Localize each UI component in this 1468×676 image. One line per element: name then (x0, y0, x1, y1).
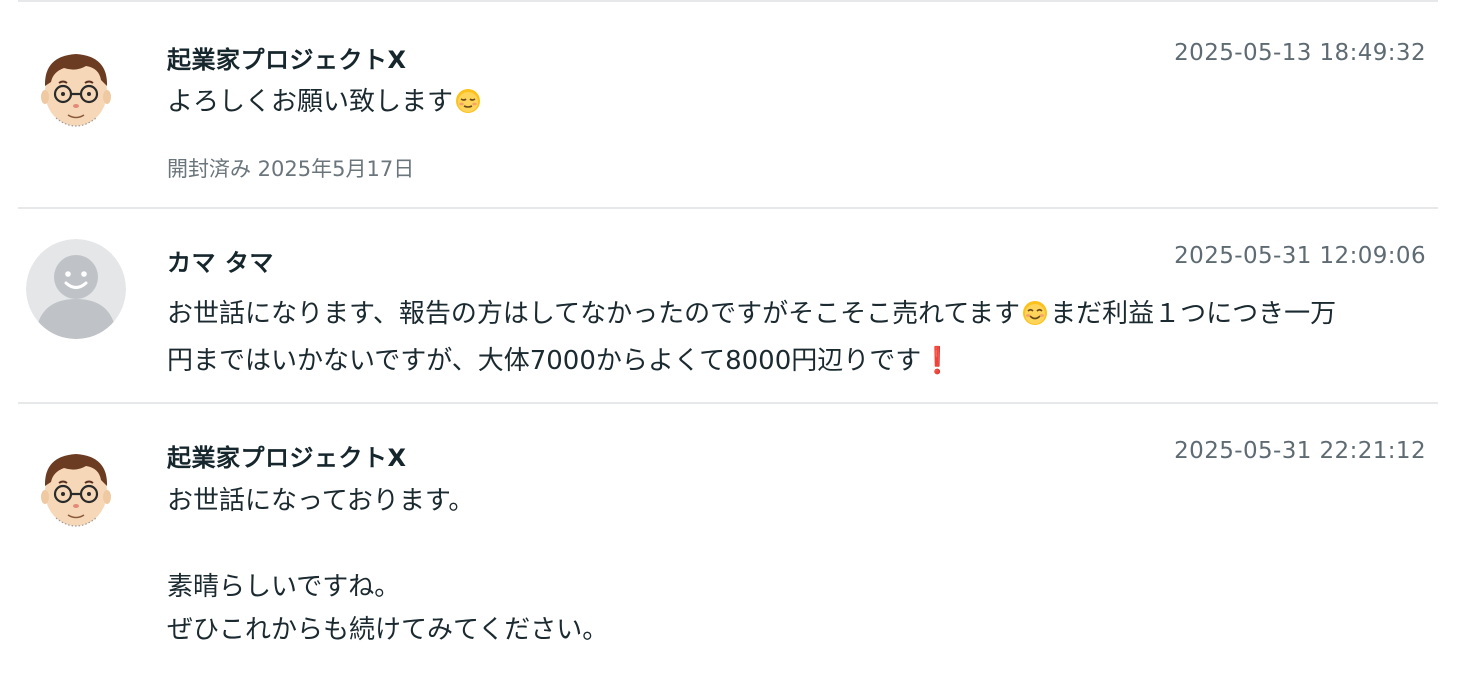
message-text: お世話になっております。 (167, 486, 475, 516)
message-text: 素晴らしいですね。 (167, 572, 401, 602)
message-text: まだ利益１つにつき一万 (1050, 299, 1337, 329)
message-text: 円まではいかないですが、大体7000からよくて8000円辺りです (167, 346, 922, 376)
message-item: 起業家プロジェクトX 2025-05-13 18:49:32 よろしくお願い致し… (18, 2, 1438, 207)
cartoon-man-avatar-icon (26, 442, 126, 542)
exclamation-mark-emoji-icon: ❗ (921, 346, 954, 376)
default-user-avatar-icon (26, 239, 126, 339)
message-body: お世話になっております。 素晴らしいですね。 ぜひこれからも続けてみてください。 (167, 480, 1429, 652)
relieved-face-emoji-icon (455, 85, 481, 128)
message-body: よろしくお願い致します (167, 81, 1429, 128)
message-thread: 起業家プロジェクトX 2025-05-13 18:49:32 よろしくお願い致し… (18, 0, 1438, 670)
message-body: お世話になります、報告の方はしてなかったのですがそこそこ売れてます まだ利益１つ… (167, 293, 1429, 383)
message-text: ぜひこれからも続けてみてください。 (167, 615, 609, 645)
smiling-face-emoji-icon (1022, 297, 1048, 340)
message-timestamp: 2025-05-13 18:49:32 (1174, 40, 1426, 66)
avatar[interactable] (26, 239, 126, 339)
sender-name[interactable]: 起業家プロジェクトX (167, 438, 407, 473)
avatar[interactable] (26, 42, 126, 142)
sender-name[interactable]: 起業家プロジェクトX (167, 40, 407, 75)
sender-name[interactable]: カマ タマ (167, 243, 274, 278)
cartoon-man-avatar-icon (26, 42, 126, 142)
message-text: よろしくお願い致します (167, 87, 454, 117)
message-item: 起業家プロジェクトX 2025-05-31 22:21:12 お世話になっており… (18, 404, 1438, 670)
read-receipt: 開封済み 2025年5月17日 (167, 157, 415, 181)
message-text: お世話になります、報告の方はしてなかったのですがそこそこ売れてます (167, 299, 1021, 329)
message-timestamp: 2025-05-31 22:21:12 (1174, 438, 1426, 464)
avatar[interactable] (26, 442, 126, 542)
message-timestamp: 2025-05-31 12:09:06 (1174, 243, 1426, 269)
message-item: カマ タマ 2025-05-31 12:09:06 お世話になります、報告の方は… (18, 209, 1438, 402)
